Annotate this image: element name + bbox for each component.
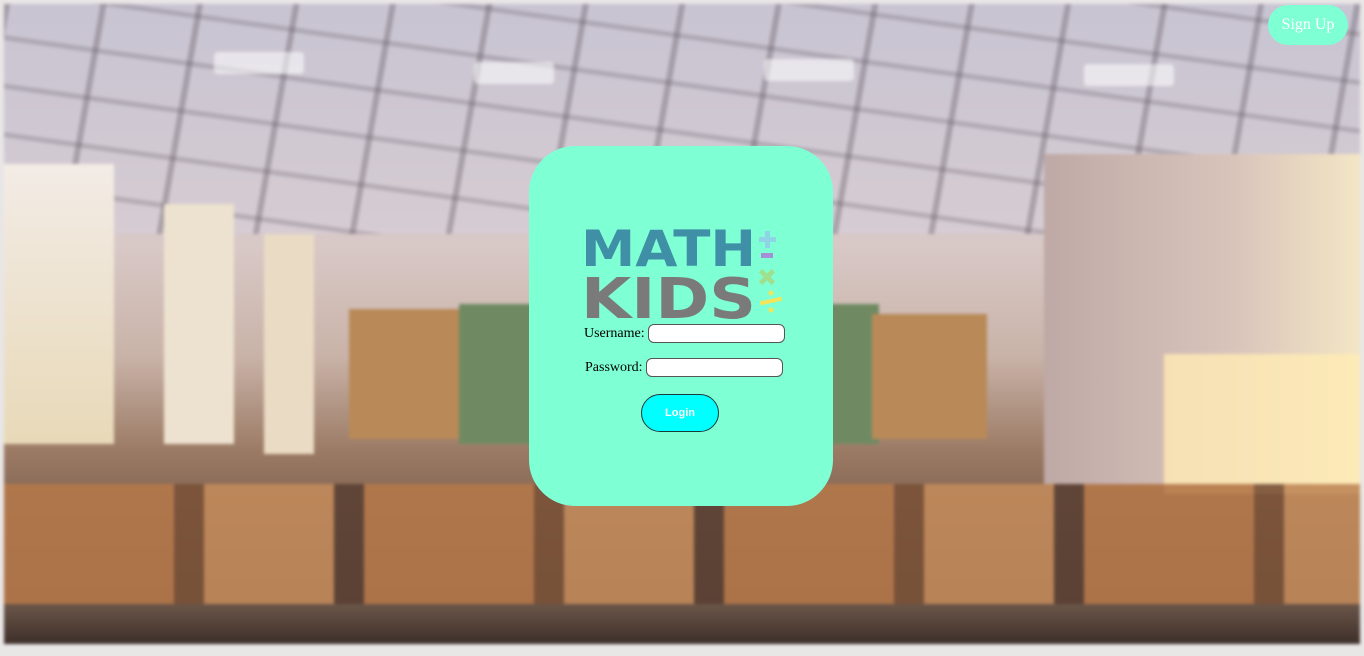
- password-row: Password:: [585, 358, 783, 377]
- login-button[interactable]: Login: [641, 394, 719, 432]
- username-row: Username:: [584, 324, 785, 343]
- sign-up-button[interactable]: Sign Up: [1268, 5, 1348, 45]
- username-label: Username:: [584, 325, 645, 341]
- times-symbol-icon: [758, 268, 776, 286]
- logo-kids-text: KIDS: [581, 267, 756, 322]
- divide-symbol-icon: [759, 290, 783, 313]
- minus-symbol-icon: [761, 253, 773, 258]
- login-card: MATH KIDS Username: Password: Login: [529, 146, 833, 506]
- username-input[interactable]: [647, 324, 785, 343]
- math-kids-logo: MATH KIDS: [581, 222, 786, 322]
- password-label: Password:: [585, 359, 643, 375]
- password-input[interactable]: [645, 358, 783, 377]
- plus-symbol-icon: [759, 231, 776, 248]
- login-page: Sign Up MATH KIDS Username: Password: Lo…: [0, 0, 1364, 656]
